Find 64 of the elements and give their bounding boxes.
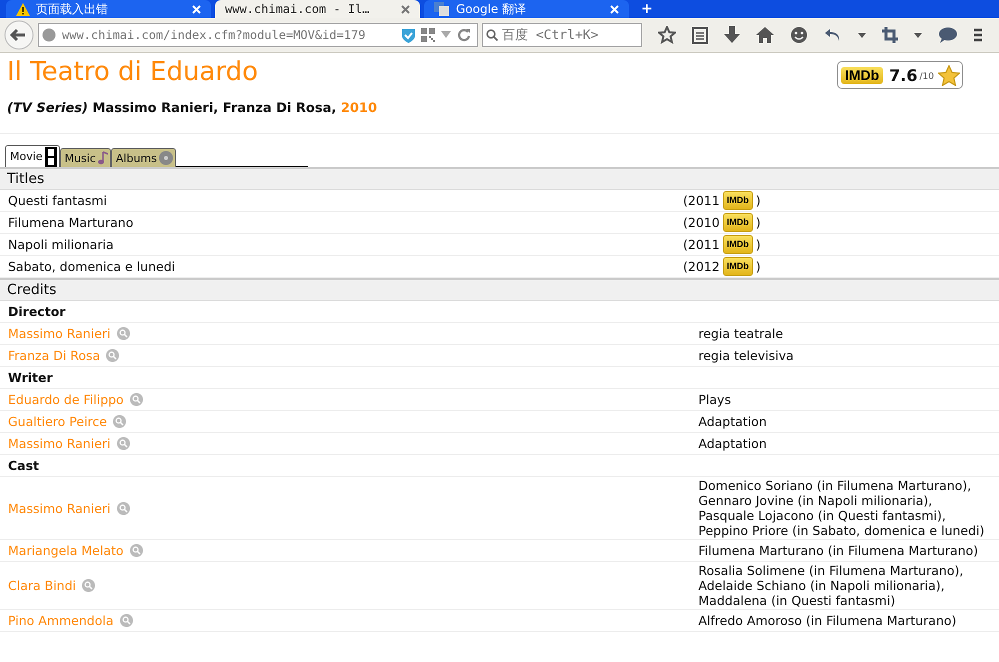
browser-tab[interactable]: Google 翻译: [424, 0, 629, 18]
closing-paren: ): [756, 193, 761, 208]
smiley-icon[interactable]: [790, 26, 808, 44]
undo-icon[interactable]: [824, 27, 842, 43]
close-icon[interactable]: [401, 4, 410, 14]
home-icon[interactable]: [756, 27, 774, 43]
shield-icon[interactable]: [402, 28, 415, 42]
credit-role: Filumena Marturano (in Filumena Marturano): [698, 542, 980, 559]
title-year: (2011: [683, 193, 720, 208]
credit-role: Plays: [698, 391, 732, 408]
star-icon[interactable]: [658, 26, 676, 44]
new-tab-button[interactable]: +: [641, 1, 653, 17]
title-year: (2012: [683, 259, 720, 274]
film-strip-icon: [44, 146, 57, 166]
imdb-link[interactable]: IMDb: [722, 235, 753, 254]
series-subtitle: (TV Series) Massimo Ranieri, Franza Di Rosa, 2010: [7, 101, 377, 116]
title-name: Napoli milionaria: [8, 237, 115, 252]
title-name: Questi fantasmi: [8, 193, 108, 208]
imdb-link[interactable]: IMDb: [722, 213, 753, 232]
credit-group-heading: Cast: [8, 458, 40, 473]
title-year: (2011: [683, 237, 720, 252]
back-icon[interactable]: [4, 20, 34, 50]
credit-role: Rosalia Solimene (in Filumena Marturano), Adelaide Schiano (in Napoli milionaria), Maddalena (in Questi fantasmi): [698, 562, 964, 609]
credit-role: Domenico Soriano (in Filumena Marturano), Gennaro Jovine (in Napoli milionaria), Pasquale Lojacono (in Questi fantasmi), Peppino Priore (in Sabato, domenica e lunedi): [698, 477, 986, 539]
star-icon: [938, 64, 960, 86]
page-title: Il Teatro di Eduardo: [7, 57, 260, 87]
crop-icon[interactable]: [882, 27, 898, 43]
title-name: Sabato, domenica e lunedi: [8, 259, 176, 274]
title-name: Filumena Marturano: [8, 215, 134, 230]
imdb-link[interactable]: IMDb: [722, 257, 753, 276]
credit-role: Adaptation: [698, 413, 768, 430]
closing-paren: ): [756, 259, 761, 274]
closing-paren: ): [756, 215, 761, 230]
music-note-icon: [98, 151, 108, 165]
credit-role: Alfredo Amoroso (in Filumena Marturano): [698, 612, 958, 629]
title-year: (2010: [683, 215, 720, 230]
download-icon[interactable]: [724, 26, 740, 44]
credit-role: Adaptation: [698, 435, 768, 452]
search-field[interactable]: 百度 <Ctrl+K>: [482, 23, 642, 47]
credit-group-heading: Writer: [8, 370, 53, 385]
menu-icon[interactable]: [974, 28, 982, 42]
caret-icon[interactable]: [914, 32, 922, 38]
section-tab[interactable]: Movie: [5, 145, 60, 167]
credit-group-heading: Director: [8, 304, 66, 319]
disc-icon: [158, 151, 173, 165]
section-tab[interactable]: Albums: [110, 148, 176, 167]
section-header: Credits: [0, 278, 999, 301]
section-header: Titles: [0, 167, 999, 190]
imdb-link[interactable]: IMDb: [722, 191, 753, 210]
credit-role: regia televisiva: [698, 347, 795, 364]
warning-icon: [16, 2, 30, 16]
credit-role: regia teatrale: [698, 325, 784, 342]
clipboard-icon[interactable]: [692, 26, 708, 44]
rating-badge: IMDb 7.6/10: [836, 61, 963, 89]
caret-icon[interactable]: [858, 32, 866, 38]
reload-icon[interactable]: [457, 28, 471, 42]
qr-code-icon[interactable]: [421, 28, 435, 42]
browser-tab[interactable]: www.chimai.com - Il…: [215, 0, 420, 18]
search-icon: [486, 29, 498, 41]
closing-paren: ): [756, 237, 761, 252]
address-field[interactable]: www.chimai.com/index.cfm?module=MOV&id=179: [38, 23, 478, 47]
chat-bubble-icon[interactable]: [938, 27, 958, 43]
section-tab[interactable]: Music: [60, 148, 111, 167]
browser-tab[interactable]: 页面载入出错: [6, 0, 211, 18]
